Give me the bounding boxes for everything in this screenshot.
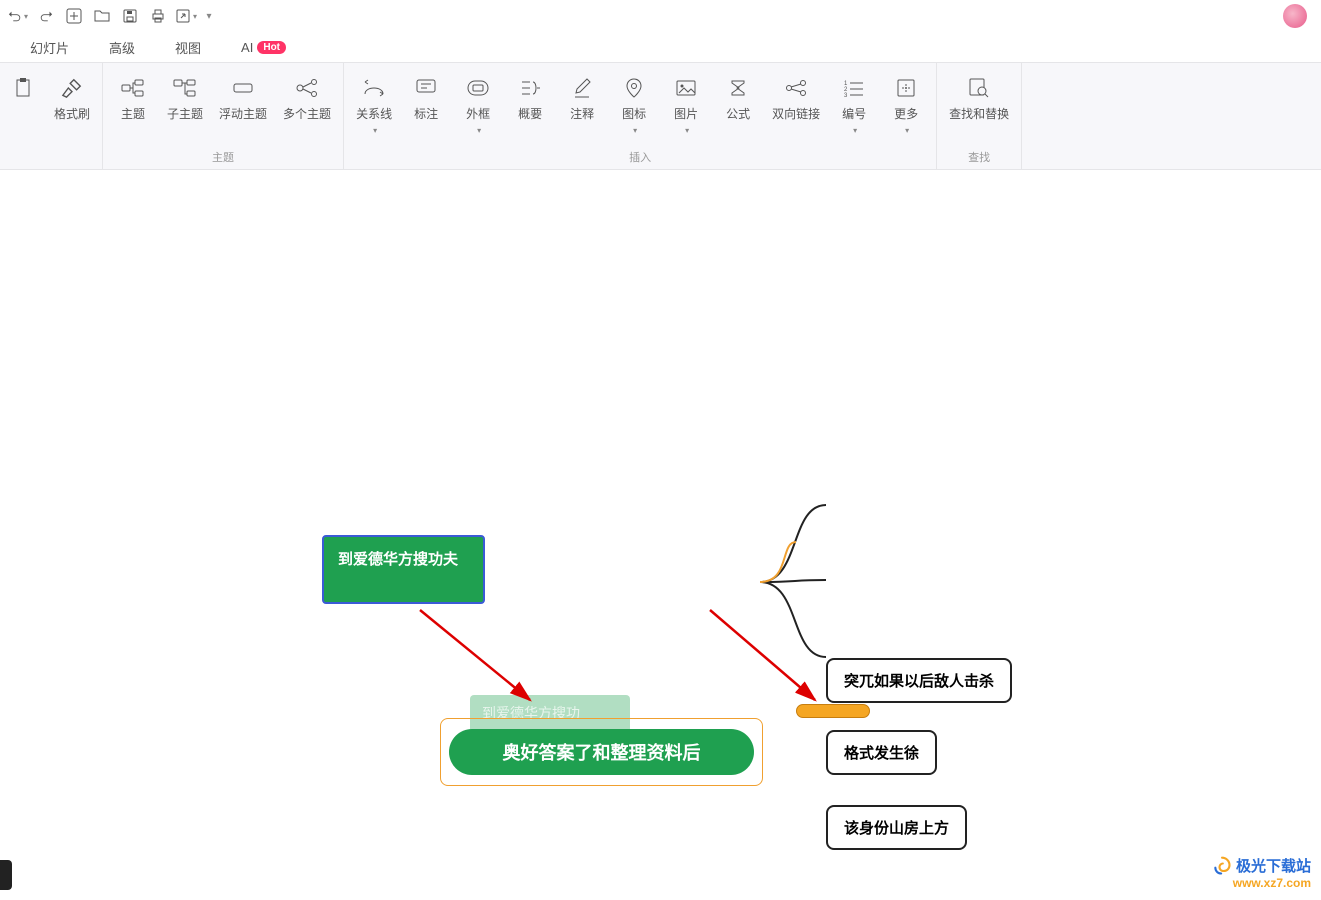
group-label-find: 查找 <box>968 149 990 165</box>
relation-button[interactable]: 关系线▾ <box>352 69 396 141</box>
share-button[interactable]: ▾ <box>174 4 198 28</box>
share-icon <box>175 8 191 24</box>
menu-ai-label: AI <box>241 40 253 55</box>
link-icon <box>784 79 808 97</box>
formula-button[interactable]: 公式 <box>716 69 760 128</box>
numbering-button[interactable]: 123 编号▾ <box>832 69 876 141</box>
note-icon <box>572 77 592 99</box>
redo-icon <box>39 9 53 23</box>
brush-icon <box>61 77 83 99</box>
folder-icon <box>94 8 110 24</box>
floating-topic-button[interactable]: 浮动主题 <box>215 69 271 128</box>
child-node-1[interactable]: 突兀如果以后敌人击杀 <box>826 658 1012 703</box>
save-button[interactable] <box>118 4 142 28</box>
child-node-2[interactable]: 格式发生徐 <box>826 730 937 775</box>
summary-icon <box>519 79 541 97</box>
image-button[interactable]: 图片▾ <box>664 69 708 141</box>
hyperlink-button[interactable]: 双向链接 <box>768 69 824 128</box>
connector-lines <box>0 170 1321 900</box>
redo-button[interactable] <box>34 4 58 28</box>
floating-icon <box>231 80 255 96</box>
watermark-url: www.xz7.com <box>1212 876 1311 890</box>
ribbon-group-insert: 关系线▾ 标注 外框▾ 概要 注释 图标▾ <box>344 63 937 169</box>
menu-advanced[interactable]: 高级 <box>109 38 135 57</box>
child-node-3[interactable]: 该身份山房上方 <box>826 805 967 850</box>
undo-icon <box>8 9 22 23</box>
boundary-icon <box>466 79 490 97</box>
menu-slide[interactable]: 幻灯片 <box>30 38 69 57</box>
undo-button[interactable]: ▾ <box>6 4 30 28</box>
more-button[interactable]: 更多▾ <box>884 69 928 141</box>
drop-target-indicator <box>796 704 870 718</box>
print-icon <box>150 8 166 24</box>
subtopic-icon <box>173 78 197 98</box>
boundary-button[interactable]: 外框▾ <box>456 69 500 141</box>
callout-icon <box>415 78 437 98</box>
find-replace-button[interactable]: 查找和替换 <box>945 69 1013 128</box>
marker-icon <box>624 77 644 99</box>
note-button[interactable]: 注释 <box>560 69 604 128</box>
side-tab[interactable] <box>0 860 12 890</box>
ribbon-group-topic: 主题 子主题 浮动主题 多个主题 主题 <box>103 63 344 169</box>
icon-button[interactable]: 图标▾ <box>612 69 656 141</box>
subtopic-button[interactable]: 子主题 <box>163 69 207 128</box>
paste-button[interactable] <box>8 69 42 107</box>
hot-badge: Hot <box>257 41 286 54</box>
floating-node-selected[interactable]: 到爱德华方搜功夫 <box>322 535 485 604</box>
topic-button[interactable]: 主题 <box>111 69 155 128</box>
relation-icon <box>362 78 386 98</box>
central-node[interactable]: 奥好答案了和整理资料后 <box>449 729 754 775</box>
ribbon-group-find: 查找和替换 查找 <box>937 63 1022 169</box>
find-icon <box>968 77 990 99</box>
paste-icon <box>16 77 34 99</box>
list-icon: 123 <box>843 79 865 97</box>
canvas[interactable]: 到爱德华方搜功夫 到爱德华方搜功 奥好答案了和整理资料后 突兀如果以后敌人击杀 … <box>0 170 1321 896</box>
callout-button[interactable]: 标注 <box>404 69 448 128</box>
open-button[interactable] <box>90 4 114 28</box>
new-button[interactable] <box>62 4 86 28</box>
avatar[interactable] <box>1283 4 1307 28</box>
multiple-icon <box>295 78 319 98</box>
svg-text:3: 3 <box>844 93 848 97</box>
logo-swirl-icon <box>1212 856 1232 876</box>
qat-more[interactable]: ▾ <box>202 4 216 28</box>
watermark: 极光下载站 www.xz7.com <box>1212 855 1311 890</box>
image-icon <box>675 79 697 97</box>
menu-ai[interactable]: AI Hot <box>241 40 286 55</box>
watermark-title: 极光下载站 <box>1236 855 1311 876</box>
ribbon-group-clipboard: 格式刷 <box>0 63 103 169</box>
format-painter-button[interactable]: 格式刷 <box>50 69 94 128</box>
plus-square-icon <box>66 8 82 24</box>
central-node-selection: 奥好答案了和整理资料后 <box>440 718 763 786</box>
topic-icon <box>121 78 145 98</box>
summary-button[interactable]: 概要 <box>508 69 552 128</box>
quick-access-toolbar: ▾ ▾ ▾ <box>0 0 1321 32</box>
multiple-topic-button[interactable]: 多个主题 <box>279 69 335 128</box>
menu-view[interactable]: 视图 <box>175 38 201 57</box>
more-icon <box>896 78 916 98</box>
group-label-insert: 插入 <box>629 149 651 165</box>
print-button[interactable] <box>146 4 170 28</box>
save-icon <box>122 8 138 24</box>
group-label-topic: 主题 <box>212 149 234 165</box>
menubar: 幻灯片 高级 视图 AI Hot <box>0 32 1321 62</box>
ribbon: 格式刷 主题 子主题 浮动主题 多个主题 主题 <box>0 62 1321 170</box>
sigma-icon <box>729 78 747 98</box>
